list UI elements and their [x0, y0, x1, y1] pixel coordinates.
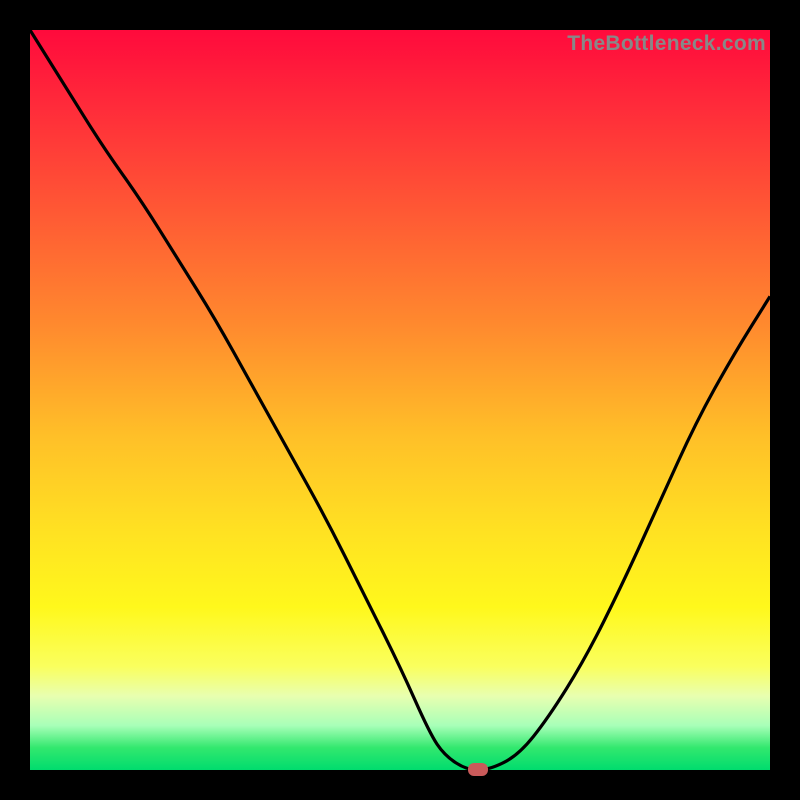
bottleneck-curve — [30, 30, 770, 770]
watermark-text: TheBottleneck.com — [567, 32, 766, 56]
optimal-point-marker — [468, 763, 488, 776]
chart-frame: TheBottleneck.com — [0, 0, 800, 800]
